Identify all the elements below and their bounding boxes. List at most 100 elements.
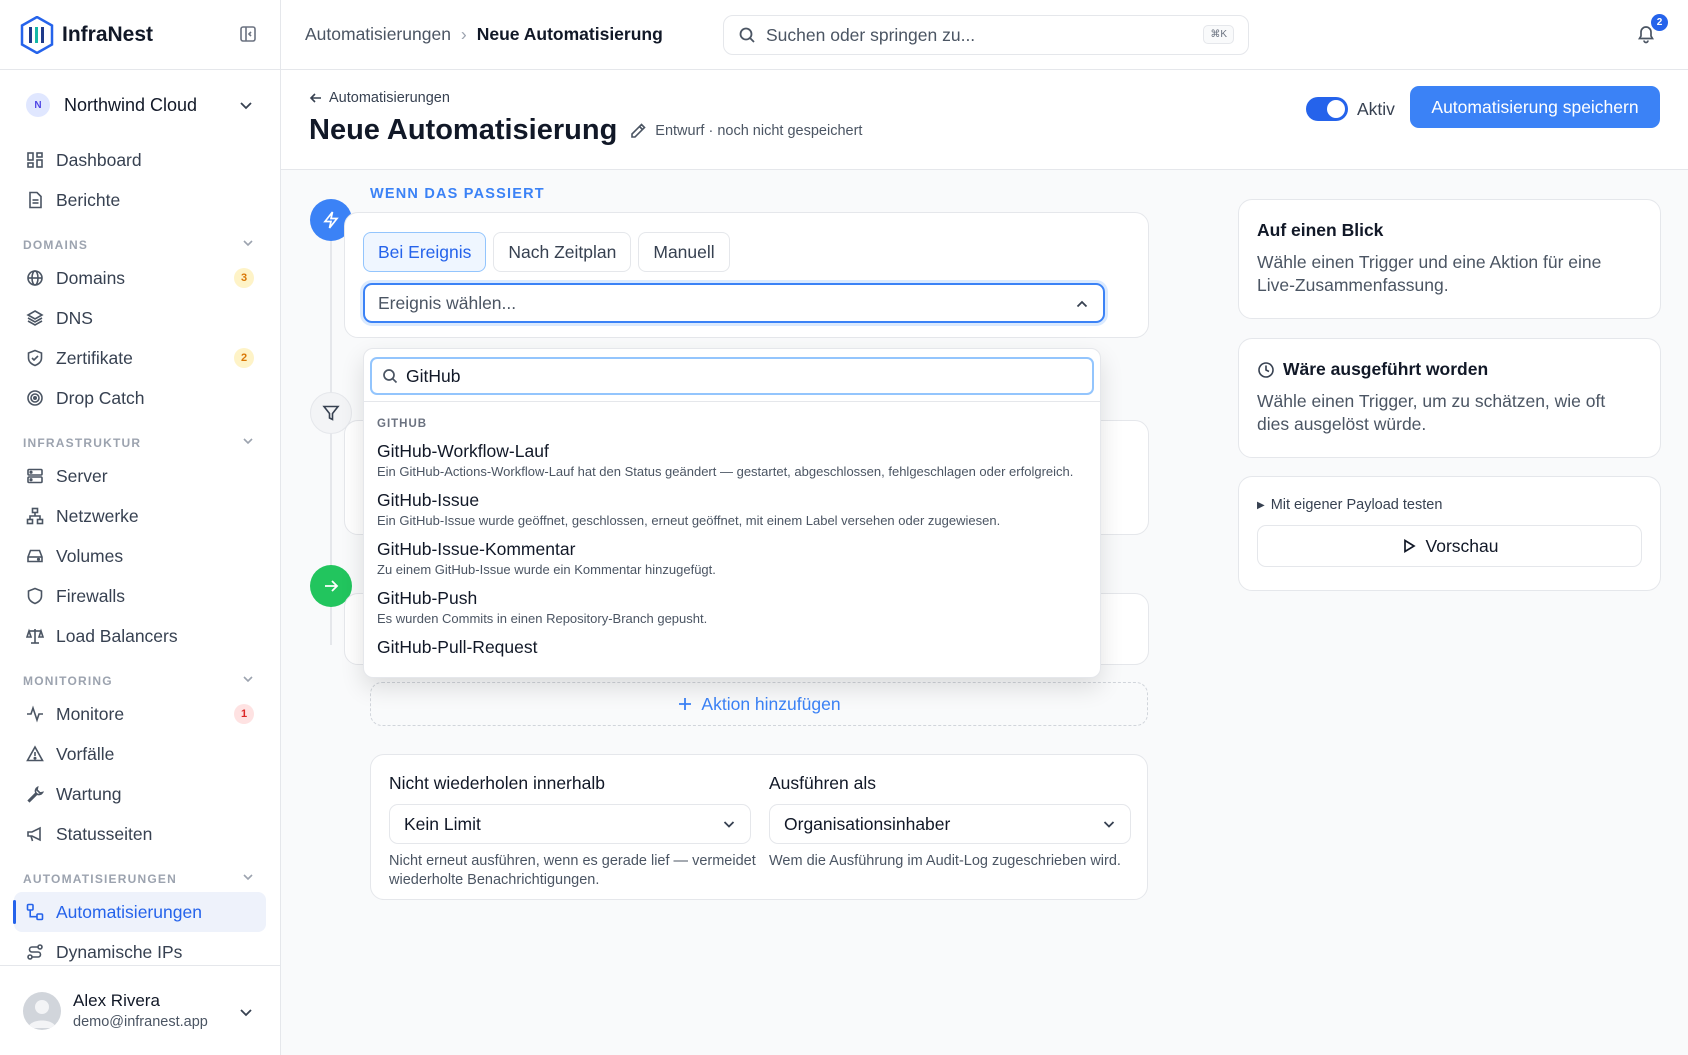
logo[interactable]: InfraNest — [0, 0, 280, 70]
chevron-up-icon — [1076, 300, 1088, 308]
trigger-section-label: WENN DAS PASSIERT — [370, 186, 545, 202]
sidebar-collapse-icon[interactable] — [239, 25, 257, 43]
section-domains[interactable]: DOMAINS — [0, 220, 280, 258]
tab-manuell[interactable]: Manuell — [638, 232, 730, 272]
user-email: demo@infranest.app — [73, 1014, 208, 1030]
play-icon — [1403, 538, 1416, 554]
avatar — [23, 991, 61, 1030]
chevron-down-icon — [243, 240, 253, 247]
sidebar-item-server[interactable]: Server — [0, 456, 280, 496]
option-group-label: GITHUB — [377, 418, 428, 430]
scale-icon — [26, 628, 44, 644]
sidebar-item-dashboard[interactable]: Dashboard — [0, 140, 280, 180]
sidebar-item-domains[interactable]: Domains 3 — [0, 258, 280, 298]
shield-check-icon — [27, 349, 43, 367]
clock-icon — [1258, 361, 1274, 378]
route-icon — [27, 944, 43, 960]
preview-button[interactable]: Vorschau — [1257, 525, 1642, 567]
megaphone-icon — [27, 826, 41, 842]
notification-count: 2 — [1651, 14, 1668, 31]
sidebar-item-monitore[interactable]: Monitore 1 — [0, 694, 280, 734]
arrow-left-icon — [309, 93, 321, 103]
tab-bei-ereignis[interactable]: Bei Ereignis — [363, 232, 487, 272]
section-automatisierungen[interactable]: AUTOMATISIERUNGEN — [0, 854, 280, 892]
shield-icon — [27, 587, 43, 605]
chevron-down-icon — [243, 438, 253, 445]
count-badge: 3 — [234, 268, 254, 288]
workflow-icon — [26, 903, 44, 921]
event-option[interactable]: GitHub-Issue-Kommentar Zu einem GitHub-I… — [364, 534, 1100, 583]
event-option[interactable]: GitHub-Pull-Request — [364, 632, 1100, 664]
app-name: InfraNest — [62, 22, 154, 46]
add-action-button[interactable]: Aktion hinzufügen — [370, 682, 1148, 726]
trigger-card: Bei Ereignis Nach Zeitplan Manuell Ereig… — [344, 212, 1149, 338]
sidebar-item-zertifikate[interactable]: Zertifikate 2 — [0, 338, 280, 378]
glance-title: Auf einen Blick — [1257, 220, 1384, 240]
repeat-label: Nicht wiederholen innerhalb — [389, 773, 605, 793]
sidebar-item-firewalls[interactable]: Firewalls — [0, 576, 280, 616]
payload-toggle[interactable]: ▶ Mit eigener Payload testen — [1257, 497, 1642, 513]
arrow-right-icon — [325, 580, 339, 592]
org-switcher[interactable]: N Northwind Cloud — [0, 70, 280, 140]
event-search-input[interactable]: GitHub — [370, 357, 1094, 395]
glance-card: Auf einen Blick Wähle einen Trigger und … — [1238, 199, 1661, 319]
page-title: Neue Automatisierung Entwurf · noch nich… — [309, 114, 863, 146]
pencil-icon[interactable] — [629, 122, 647, 140]
global-search-input[interactable]: Suchen oder springen zu... ⌘K — [723, 15, 1249, 55]
infranest-logo-icon — [20, 15, 54, 54]
main-content: Automatisierungen Neue Automatisierung E… — [281, 70, 1688, 1055]
run-as-help: Wem die Ausführung im Audit-Log zugeschr… — [769, 853, 1121, 869]
sidebar-item-load-balancers[interactable]: Load Balancers — [0, 616, 280, 656]
save-automation-button[interactable]: Automatisierung speichern — [1410, 86, 1660, 128]
caret-right-icon: ▶ — [1257, 499, 1265, 511]
tab-nach-zeitplan[interactable]: Nach Zeitplan — [493, 232, 632, 272]
run-as-field: Ausführen als Organisationsinhaber Wem d… — [769, 773, 1141, 871]
active-toggle[interactable]: Aktiv — [1306, 97, 1395, 121]
repeat-select[interactable]: Kein Limit — [389, 804, 751, 844]
back-link[interactable]: Automatisierungen — [309, 90, 450, 106]
search-icon — [383, 369, 398, 384]
section-monitoring[interactable]: MONITORING — [0, 656, 280, 694]
run-as-label: Ausführen als — [769, 773, 877, 793]
chevron-down-icon — [1103, 821, 1115, 828]
sidebar-item-dns[interactable]: DNS — [0, 298, 280, 338]
dashboard-icon — [27, 152, 43, 168]
chevron-right-icon: › — [460, 24, 467, 44]
repeat-field: Nicht wiederholen innerhalb Kein Limit N… — [389, 773, 761, 890]
chevron-down-icon — [240, 102, 252, 110]
org-name: Northwind Cloud — [64, 94, 198, 115]
would-run-card: Wäre ausgeführt worden Wähle einen Trigg… — [1238, 338, 1661, 458]
sidebar: InfraNest N Northwind Cloud Dashboard Be… — [0, 0, 281, 1055]
plus-icon — [679, 698, 692, 710]
sidebar-item-berichte[interactable]: Berichte — [0, 180, 280, 220]
event-select[interactable]: Ereignis wählen... — [363, 283, 1105, 323]
sidebar-item-wartung[interactable]: Wartung — [0, 774, 280, 814]
user-menu[interactable]: Alex Rivera demo@infranest.app — [0, 965, 280, 1055]
network-icon — [26, 507, 44, 525]
count-badge: 1 — [234, 704, 254, 724]
sidebar-item-statusseiten[interactable]: Statusseiten — [0, 814, 280, 854]
sidebar-item-vorfaelle[interactable]: Vorfälle — [0, 734, 280, 774]
sidebar-item-volumes[interactable]: Volumes — [0, 536, 280, 576]
wrench-icon — [27, 785, 44, 803]
toggle-switch[interactable] — [1306, 97, 1348, 121]
chevron-down-icon — [723, 821, 735, 828]
event-option[interactable]: GitHub-Workflow-Lauf Ein GitHub-Actions-… — [364, 436, 1100, 485]
event-option[interactable]: GitHub-Push Es wurden Commits in einen R… — [364, 583, 1100, 632]
breadcrumb-parent[interactable]: Automatisierungen — [305, 24, 451, 45]
section-infrastruktur[interactable]: INFRASTRUKTUR — [0, 418, 280, 456]
event-dropdown: GitHub GITHUB GitHub-Workflow-Lauf Ein G… — [363, 348, 1101, 678]
event-option[interactable]: GitHub-Issue Ein GitHub-Issue wurde geöf… — [364, 485, 1100, 534]
topbar: Automatisierungen › Neue Automatisierung… — [281, 0, 1688, 70]
sidebar-item-netzwerke[interactable]: Netzwerke — [0, 496, 280, 536]
alert-triangle-icon — [26, 745, 44, 762]
payload-test-card: ▶ Mit eigener Payload testen Vorschau — [1238, 476, 1661, 591]
notifications-button[interactable]: 2 — [1636, 14, 1668, 44]
sidebar-item-drop-catch[interactable]: Drop Catch — [0, 378, 280, 418]
run-as-select[interactable]: Organisationsinhaber — [769, 804, 1131, 844]
trigger-tabs: Bei Ereignis Nach Zeitplan Manuell — [363, 232, 730, 272]
repeat-help: Nicht erneut ausführen, wenn es gerade l… — [389, 853, 756, 888]
sidebar-item-automatisierungen[interactable]: Automatisierungen — [13, 892, 266, 932]
count-badge: 2 — [234, 348, 254, 368]
layers-icon — [26, 310, 44, 326]
